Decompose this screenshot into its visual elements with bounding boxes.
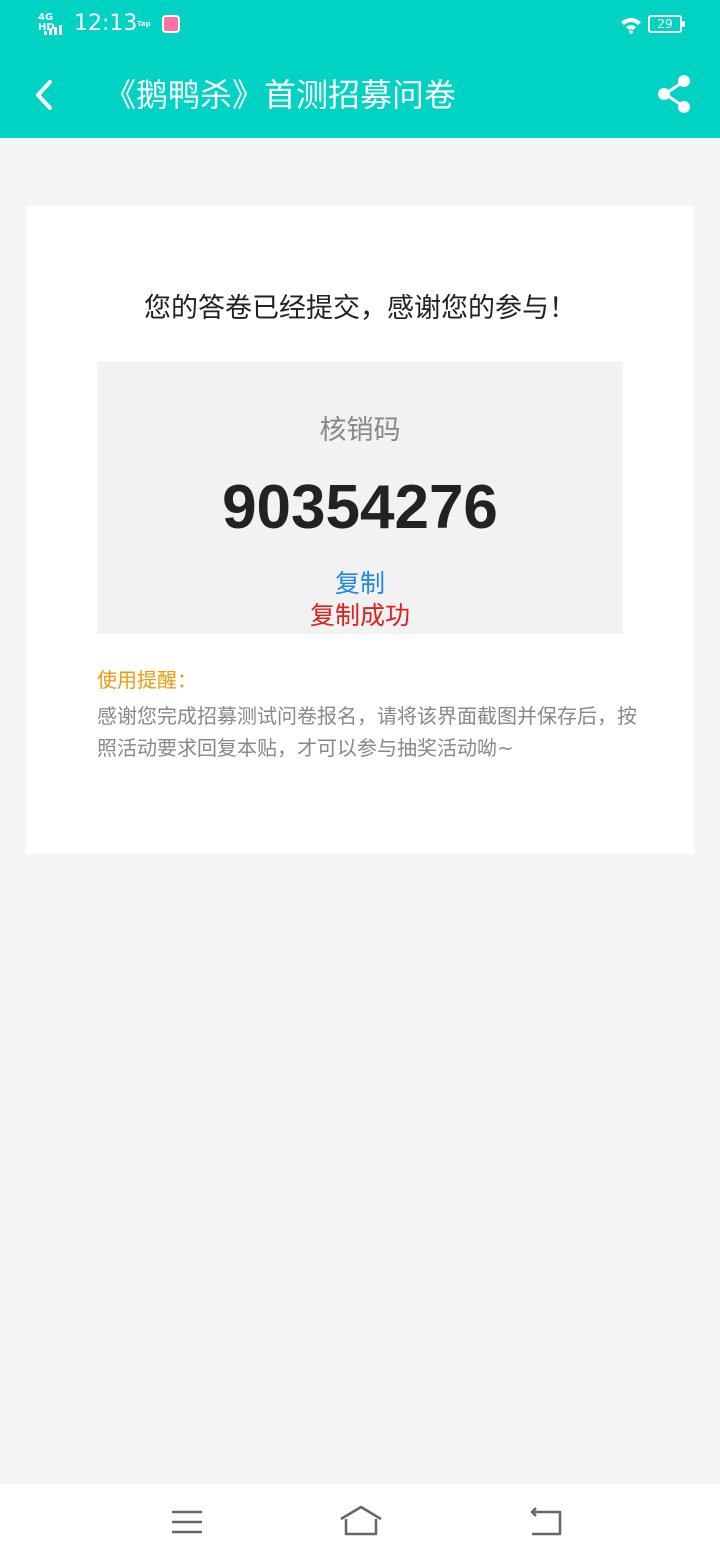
page-title: 《鹅鸭杀》首测招募问卷 — [104, 76, 457, 114]
app-screen: 4G HD 12:13 Tap 29 《鹅鸭杀》首测招募问卷 您的答卷已经提交，… — [0, 0, 720, 1560]
app-header: 《鹅鸭杀》首测招募问卷 — [0, 52, 720, 138]
code-label: 核销码 — [319, 415, 401, 446]
status-time: 12:13 — [74, 11, 138, 36]
submit-message: 您的答卷已经提交，感谢您的参与！ — [144, 293, 576, 324]
result-card: 您的答卷已经提交，感谢您的参与！ 核销码 90354276 复制 复制成功 使用… — [26, 206, 694, 854]
notification-app-icon — [162, 15, 180, 33]
chevron-left-icon — [36, 80, 52, 110]
status-bar: 4G HD 12:13 Tap 29 — [0, 0, 720, 52]
reminder-title: 使用提醒： — [97, 668, 197, 692]
code-value: 90354276 — [222, 473, 498, 542]
tap-app-icon: Tap — [137, 20, 151, 28]
signal-icon: 4G HD — [38, 13, 68, 35]
copy-success-message: 复制成功 — [309, 601, 410, 630]
wifi-icon — [621, 18, 641, 34]
battery-icon: 29 — [648, 15, 685, 33]
recent-apps-button[interactable] — [170, 1506, 204, 1538]
reminder-text: 感谢您完成招募测试问卷报名，请将该界面截图并保存后，按照活动要求回复本贴，才可以… — [97, 704, 637, 760]
home-icon — [340, 1505, 382, 1536]
share-icon — [658, 75, 690, 113]
back-button[interactable] — [22, 70, 68, 120]
redeem-code-box: 核销码 90354276 复制 复制成功 — [97, 362, 623, 634]
share-button[interactable] — [650, 70, 698, 118]
menu-icon — [172, 1510, 202, 1534]
system-nav-bar — [0, 1484, 720, 1560]
system-back-button[interactable] — [526, 1506, 566, 1538]
copy-button[interactable]: 复制 — [97, 568, 623, 600]
back-icon — [530, 1507, 562, 1536]
home-button[interactable] — [338, 1504, 384, 1538]
